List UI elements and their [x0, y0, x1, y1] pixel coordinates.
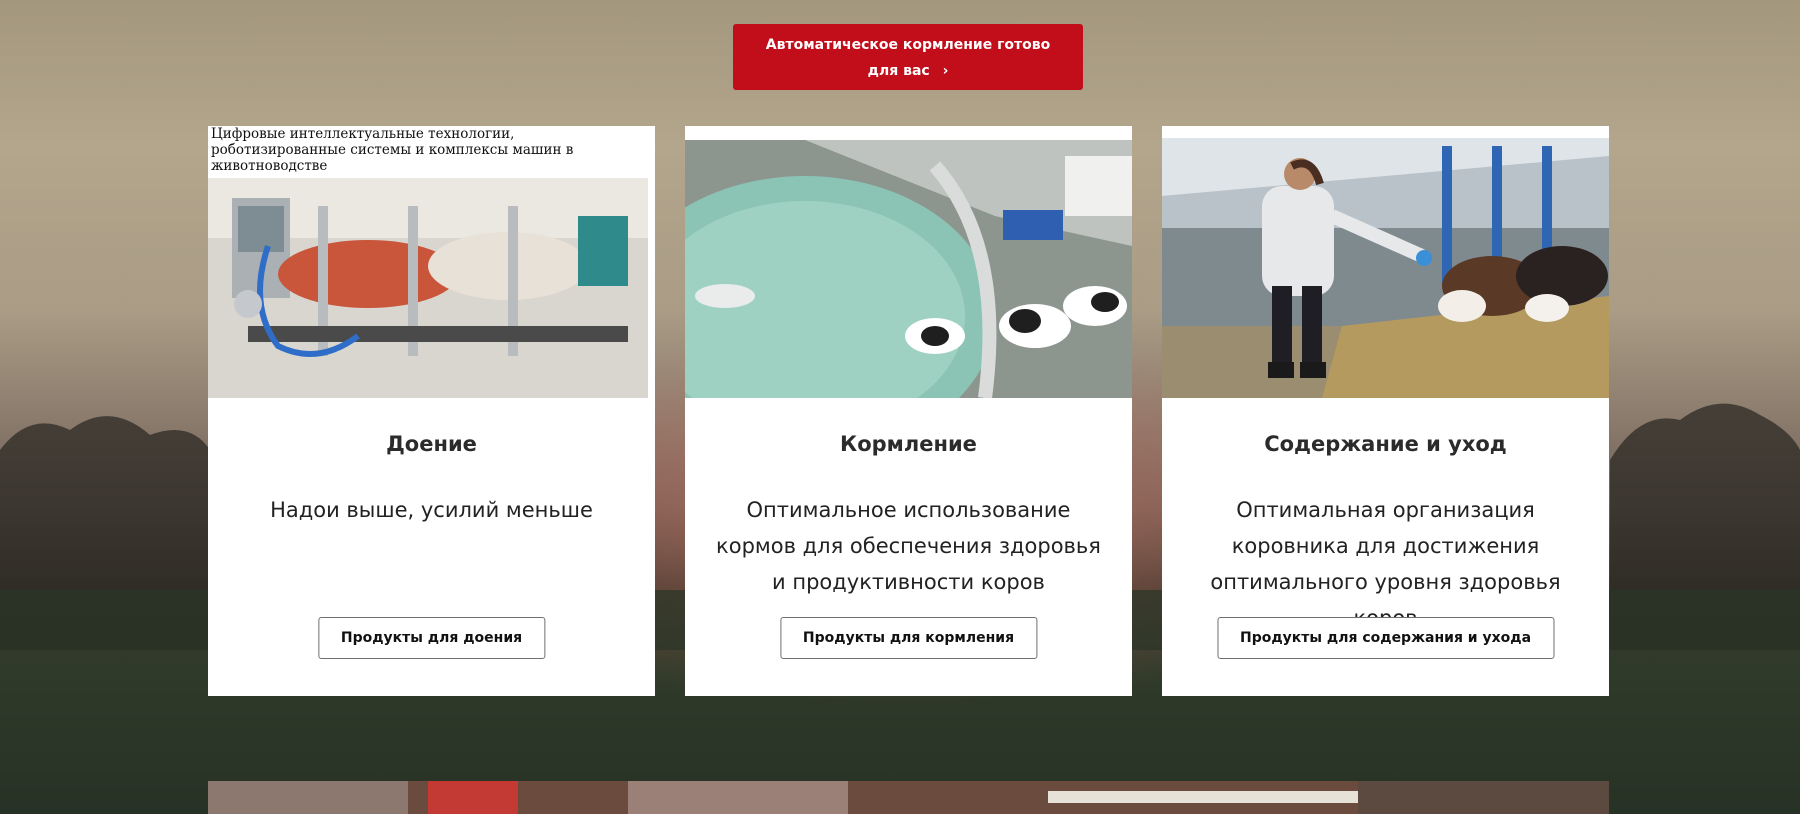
chevron-right-icon: ›	[942, 63, 949, 79]
card-title: Содержание и уход	[1264, 432, 1507, 456]
housing-care-products-button[interactable]: Продукты для содержания и ухода	[1216, 617, 1555, 659]
card-image-feeding	[685, 126, 1132, 398]
card-title: Кормление	[840, 432, 977, 456]
feeding-products-button[interactable]: Продукты для кормления	[779, 617, 1038, 659]
page: Автоматическое кормление готово для вас …	[0, 0, 1800, 814]
cta-label: Автоматическое кормление готово для вас	[765, 37, 1051, 79]
product-card-milking: Цифровые интеллектуальные технологии, ро…	[208, 126, 655, 696]
card-description: Надои выше, усилий меньше	[270, 498, 593, 522]
barn-interior-photo-icon	[208, 781, 1609, 814]
card-title: Доение	[386, 432, 477, 456]
card-description: Оптимальная организация коровника для до…	[1210, 498, 1561, 630]
product-card-housing-care: Содержание и уход Оптимальная организаци…	[1162, 126, 1609, 696]
card-description: Оптимальное использование кормов для обе…	[716, 498, 1101, 594]
auto-feeding-cta-button[interactable]: Автоматическое кормление готово для вас …	[733, 24, 1083, 90]
card-image-housing-care	[1162, 126, 1609, 398]
milking-products-button[interactable]: Продукты для доения	[317, 617, 546, 659]
image-caption-text: Цифровые интеллектуальные технологии, ро…	[211, 126, 574, 174]
product-card-feeding: Кормление Оптимальное использование корм…	[685, 126, 1132, 696]
barn-care-photo-icon	[1162, 138, 1609, 398]
calf-feeder-photo-icon	[685, 140, 1132, 398]
card-image-milking: Цифровые интеллектуальные технологии, ро…	[208, 126, 655, 398]
next-section-image	[208, 781, 1609, 814]
